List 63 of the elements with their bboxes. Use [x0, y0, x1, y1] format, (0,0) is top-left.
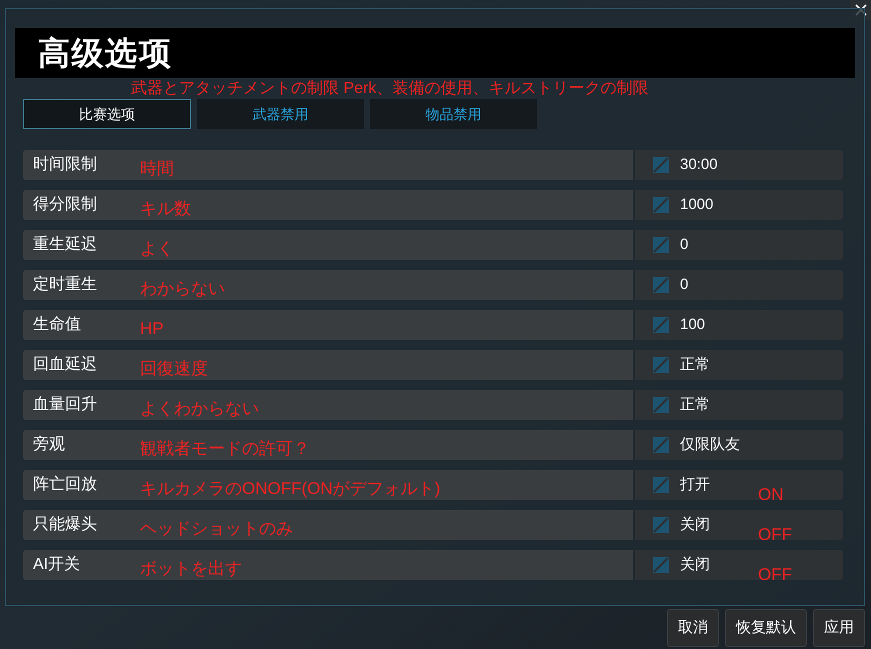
option-value: 关闭	[680, 514, 710, 535]
edit-icon	[653, 397, 669, 413]
dialog-title: 高级选项	[38, 34, 172, 73]
option-value: 1000	[680, 194, 714, 215]
option-label: 重生延迟	[33, 234, 98, 255]
option-label: 阵亡回放	[33, 474, 98, 495]
dialog-button[interactable]: 取消	[667, 609, 719, 647]
tab[interactable]: 比赛选项	[23, 99, 191, 129]
option-value-field[interactable]: 正常	[635, 390, 843, 420]
option-value: 关闭	[680, 554, 710, 575]
tab[interactable]: 武器禁用	[197, 99, 364, 129]
edit-icon	[653, 477, 669, 493]
option-label: 得分限制	[33, 194, 98, 215]
annotation-text: よくわからない	[140, 398, 259, 420]
annotation-text: 武器とアタッチメントの制限 Perk、装備の使用、キルストリークの制限	[131, 78, 648, 99]
annotation-text: わからない	[140, 278, 225, 300]
annotation-text: 回復速度	[140, 358, 208, 380]
option-value: 仅限队友	[680, 434, 740, 455]
option-label: 回血延迟	[33, 354, 98, 375]
option-label: AI开关	[33, 554, 82, 575]
annotation-text: ボットを出す	[140, 558, 242, 580]
option-value-field[interactable]: 正常	[635, 350, 843, 380]
option-label: 旁观	[33, 434, 66, 455]
annotation-text: 時間	[140, 158, 174, 180]
annotation-text: ヘッドショットのみ	[140, 518, 293, 540]
edit-icon	[653, 517, 669, 533]
edit-icon	[653, 317, 669, 333]
option-value: 0	[680, 274, 688, 295]
dialog-button[interactable]: 恢复默认	[725, 609, 807, 647]
edit-icon	[653, 437, 669, 453]
option-value-field[interactable]: 关闭 OFF	[635, 550, 843, 580]
option-value-field[interactable]: 仅限队友	[635, 430, 843, 460]
option-value-field[interactable]: 100	[635, 310, 843, 340]
option-label: 时间限制	[33, 154, 98, 175]
edit-icon	[653, 157, 669, 173]
option-value-field[interactable]: 30:00	[635, 150, 843, 180]
annotation-text: 観戦者モードの許可？	[140, 438, 310, 460]
option-value: 100	[680, 314, 706, 335]
annotation-text: HP	[140, 318, 164, 340]
option-label: 定时重生	[33, 274, 98, 295]
annotation-text: キルカメラのONOFF(ONがデフォルト)	[140, 478, 440, 500]
option-value: 正常	[680, 354, 710, 375]
annotation-text: キル数	[140, 198, 191, 220]
option-value-field[interactable]: 打开 ON	[635, 470, 843, 500]
option-value: 正常	[680, 394, 710, 415]
option-label: 生命值	[33, 314, 82, 335]
edit-icon	[653, 237, 669, 253]
edit-icon	[653, 277, 669, 293]
dialog-button[interactable]: 应用	[813, 609, 865, 647]
annotation-text: よく	[140, 238, 174, 260]
option-label: 只能爆头	[33, 514, 98, 535]
option-label: 血量回升	[33, 395, 98, 415]
option-value-field[interactable]: 0	[635, 270, 843, 300]
edit-icon	[653, 197, 669, 213]
option-value: 打开	[680, 474, 710, 495]
tab[interactable]: 物品禁用	[370, 99, 537, 129]
option-value: 0	[680, 234, 688, 255]
option-value-field[interactable]: 关闭 OFF	[635, 510, 843, 540]
option-value-field[interactable]: 1000	[635, 190, 843, 220]
option-value-field[interactable]: 0	[635, 230, 843, 260]
edit-icon	[653, 357, 669, 373]
option-value: 30:00	[680, 154, 718, 175]
edit-icon	[653, 557, 669, 573]
